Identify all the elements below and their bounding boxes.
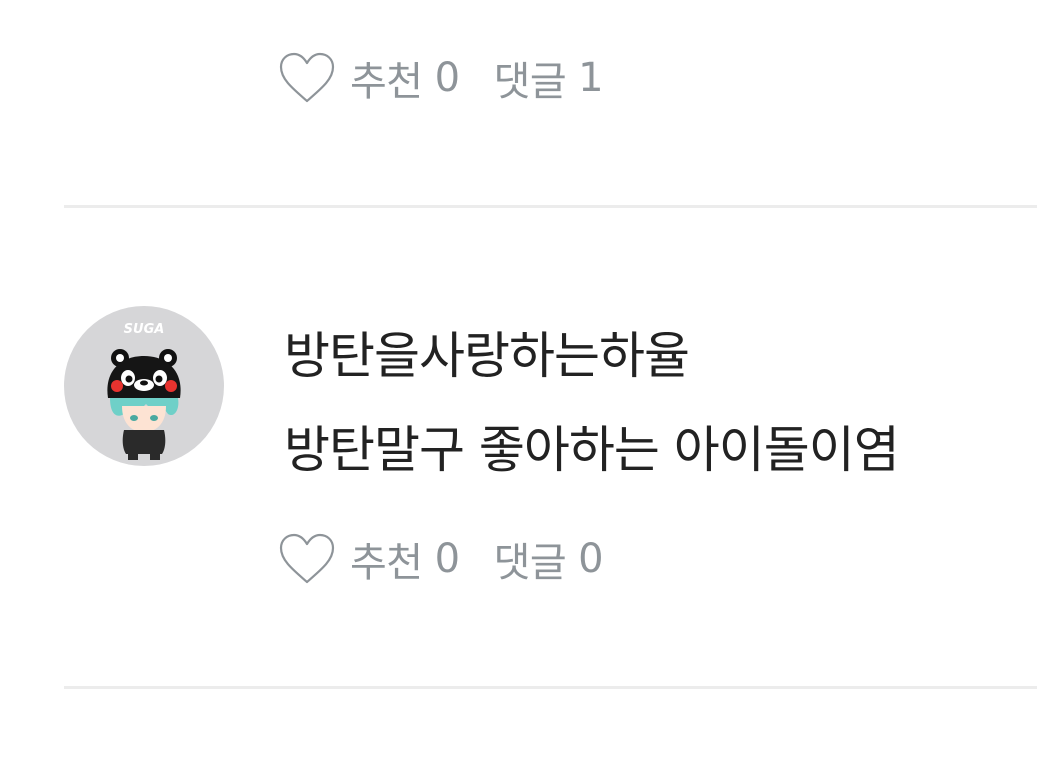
reply-button[interactable]: 댓글 1 (494, 49, 604, 107)
reply-label: 댓글 (493, 59, 567, 105)
heart-outline-icon (279, 533, 335, 584)
reply-count: 1 (578, 55, 604, 101)
like-button[interactable]: 추천 0 (278, 49, 460, 107)
like-count: 0 (434, 55, 460, 101)
divider (64, 686, 1037, 689)
like-button[interactable]: 추천 0 (278, 530, 460, 588)
divider (64, 205, 1037, 208)
avatar-text: SUGA (124, 322, 165, 337)
reply-count: 0 (578, 536, 604, 582)
like-label: 추천 (350, 540, 423, 586)
avatar-illustration: SUGA (107, 322, 181, 460)
comment-actions-previous: 추천 0 댓글 1 (278, 48, 604, 108)
like-count: 0 (434, 536, 460, 582)
reply-button[interactable]: 댓글 0 (494, 530, 604, 588)
avatar[interactable]: SUGA (64, 306, 224, 466)
like-label: 추천 (350, 59, 423, 105)
heart-outline-icon (279, 52, 335, 103)
comment-actions: 추천 0 댓글 0 (278, 529, 604, 589)
comment-text: 방탄말구 좋아하는 아이돌이염 (284, 421, 900, 479)
reply-label: 댓글 (493, 540, 567, 586)
comment-author[interactable]: 방탄을사랑하는하율 (284, 316, 690, 388)
